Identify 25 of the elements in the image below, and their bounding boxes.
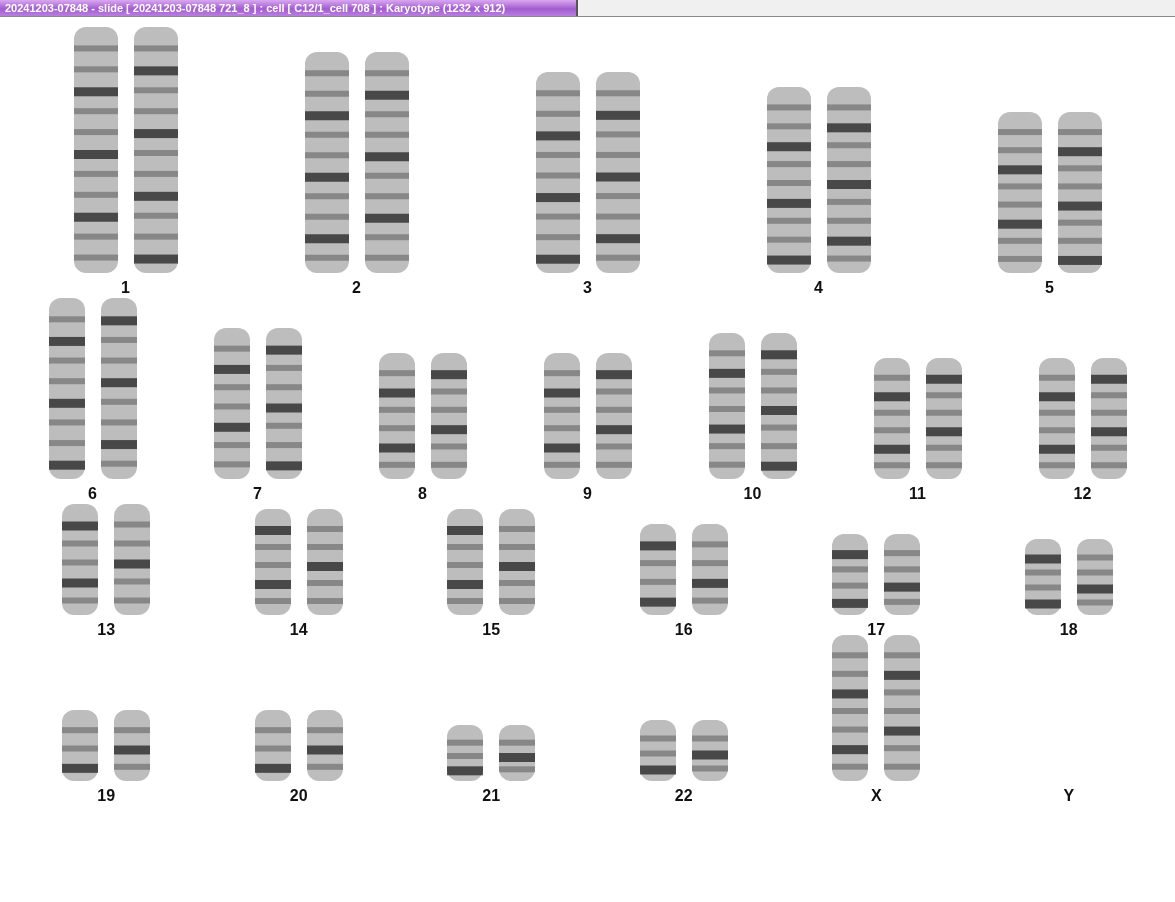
chromosome-label: 19 <box>97 787 116 805</box>
chromosome-label: Y <box>1063 787 1075 805</box>
chromosome-label: 11 <box>909 485 926 503</box>
chromosome-label: 8 <box>418 485 427 503</box>
chromosome-label: 9 <box>583 485 592 503</box>
chromosome-label: 7 <box>253 485 262 503</box>
chromosome-label: 2 <box>352 279 361 297</box>
chromosome-label: 13 <box>97 621 116 639</box>
chromosome-label: 14 <box>289 621 308 639</box>
chromosome-label: 18 <box>1059 621 1078 639</box>
chromosome-label: 17 <box>867 621 886 639</box>
chromosome-label: 21 <box>482 787 501 805</box>
chromosome-label: 6 <box>88 485 97 503</box>
chromosome-label: 15 <box>482 621 501 639</box>
chromosome-label: 5 <box>1045 279 1054 297</box>
chromosome-label: X <box>870 787 882 805</box>
window-title: 20241203-07848 - slide [ 20241203-07848 721_8 ] : cell [ C12/1_cell 708 ] : Karyotype (1232 x 912) <box>0 0 578 16</box>
chromosome-label: 10 <box>743 485 762 503</box>
chromosome-label: 20 <box>289 787 308 805</box>
chromosome-label: 16 <box>674 621 693 639</box>
chromosome-label: 4 <box>814 279 823 297</box>
chromosome-label: 22 <box>674 787 693 805</box>
chromosome-label: 12 <box>1073 485 1092 503</box>
chromosome-label: 3 <box>583 279 592 297</box>
chromosome-label: 1 <box>121 279 130 297</box>
